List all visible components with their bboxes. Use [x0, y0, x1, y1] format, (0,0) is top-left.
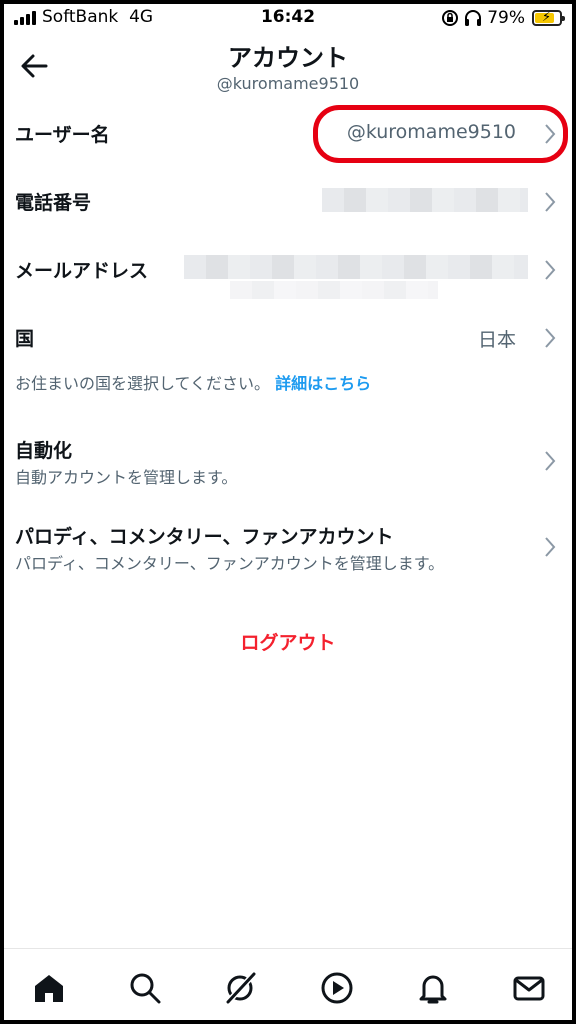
- status-bar: SoftBank 4G 16:42 79% ⚡: [4, 4, 572, 32]
- country-label: 国: [15, 328, 35, 350]
- country-note: お住まいの国を選択してください。 詳細はこちら: [15, 370, 371, 394]
- chevron-right-icon: [545, 260, 556, 280]
- screen: SoftBank 4G 16:42 79% ⚡ アカウント @kuromame9…: [4, 4, 572, 1020]
- automation-label: 自動化: [15, 440, 73, 462]
- headphones-icon: [465, 10, 482, 26]
- search-icon[interactable]: [128, 971, 162, 1005]
- country-note-text: お住まいの国を選択してください。: [15, 374, 271, 393]
- phone-value-redacted: [322, 188, 528, 212]
- grok-icon[interactable]: [223, 971, 257, 1005]
- battery-icon: ⚡: [532, 10, 565, 26]
- chevron-right-icon: [545, 537, 556, 557]
- logout-button[interactable]: ログアウト: [4, 628, 572, 655]
- battery-percent: 79%: [487, 8, 525, 28]
- email-label: メールアドレス: [15, 260, 149, 282]
- status-right: 79% ⚡: [441, 7, 565, 29]
- parody-desc: パロディ、コメンタリー、ファンアカウントを管理します。: [15, 554, 445, 573]
- username-label: ユーザー名: [15, 124, 110, 146]
- country-row[interactable]: 国 日本: [4, 308, 572, 364]
- video-icon[interactable]: [320, 971, 354, 1005]
- home-icon[interactable]: [32, 971, 66, 1005]
- parody-row[interactable]: パロディ、コメンタリー、ファンアカウント パロディ、コメンタリー、ファンアカウン…: [4, 514, 572, 578]
- orientation-lock-icon: [442, 10, 459, 26]
- chevron-right-icon: [545, 451, 556, 471]
- learn-more-link[interactable]: 詳細はこちら: [275, 374, 371, 393]
- email-value-redacted-shadow: [230, 281, 438, 299]
- notifications-icon[interactable]: [416, 971, 450, 1005]
- chevron-right-icon: [545, 328, 556, 348]
- messages-icon[interactable]: [512, 971, 546, 1005]
- chevron-right-icon: [545, 192, 556, 212]
- highlight-circle: [313, 105, 568, 163]
- phone-row[interactable]: 電話番号: [4, 172, 572, 232]
- page-subtitle-handle: @kuromame9510: [216, 74, 360, 93]
- phone-label: 電話番号: [15, 192, 92, 214]
- email-value-redacted: [184, 255, 528, 279]
- country-value: 日本: [477, 329, 516, 351]
- page-title: アカウント: [228, 44, 348, 72]
- email-row[interactable]: メールアドレス: [4, 238, 572, 302]
- automation-row[interactable]: 自動化 自動アカウントを管理します。: [4, 428, 572, 492]
- automation-desc: 自動アカウントを管理します。: [15, 468, 238, 487]
- parody-label: パロディ、コメンタリー、ファンアカウント: [15, 526, 394, 548]
- bottom-tab-bar: [4, 948, 572, 1020]
